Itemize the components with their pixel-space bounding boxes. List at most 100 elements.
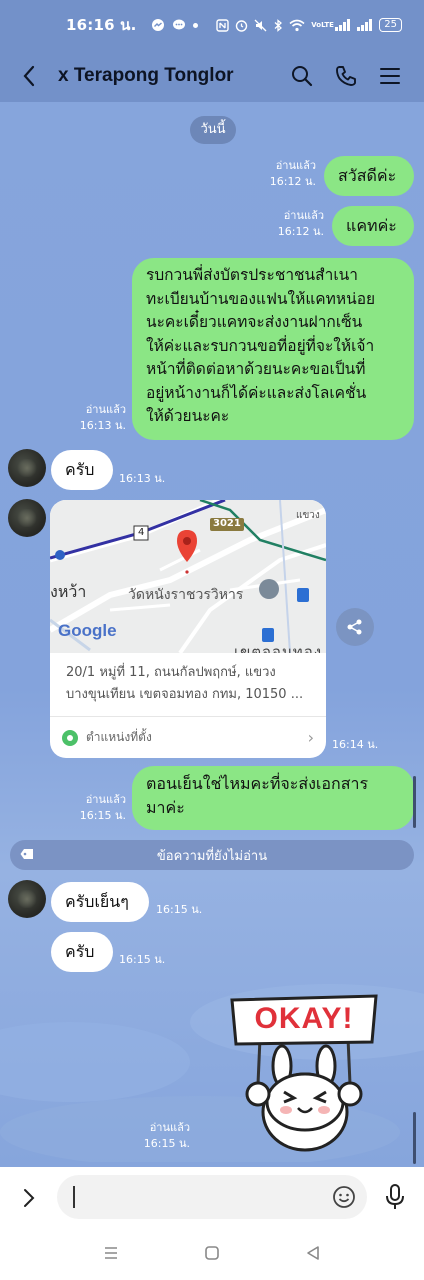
status-time: 16:16 น. <box>66 16 137 34</box>
message-time: 16:15 น. <box>79 809 126 822</box>
message-line: ตอนเย็นใช่ไหมคะที่จะส่งเอกสาร <box>146 774 369 793</box>
chevron-left-icon <box>23 65 35 87</box>
volte-label: VoLTE <box>311 21 334 29</box>
tag-icon <box>20 849 33 859</box>
call-button[interactable] <box>334 64 358 88</box>
message-meta: อ่านแล้ว 16:15 น. <box>68 792 126 824</box>
google-logo: Google <box>58 621 117 640</box>
scrollbar-thumb[interactable] <box>413 776 416 828</box>
outgoing-message[interactable]: สวัสดีค่ะ <box>324 156 414 196</box>
address-line-2: บางขุนเทียน เขตจอมทอง กทม, 10150 ... <box>66 687 304 702</box>
read-status: อ่านแล้ว <box>275 159 316 172</box>
triangle-back-icon <box>307 1245 320 1260</box>
share-icon <box>347 619 362 635</box>
unread-label: ข้อความที่ยังไม่อ่าน <box>156 848 268 864</box>
system-indicators: VoLTE 25 <box>216 18 402 32</box>
message-line: มาค่ะ <box>146 798 185 817</box>
chat-bubble-icon <box>172 19 185 30</box>
message-meta: อ่านแล้ว 16:13 น. <box>68 402 126 434</box>
incoming-message[interactable]: ครับเย็นๆ <box>51 882 149 922</box>
scrollbar-thumb[interactable] <box>413 1112 416 1164</box>
avatar[interactable] <box>8 449 46 487</box>
location-footer-label: ตำแหน่งที่ตั้ง <box>86 730 152 744</box>
read-status: อ่านแล้ว <box>149 1121 190 1134</box>
outgoing-message-long[interactable]: รบกวนพี่ส่งบัตรประชาชนสำเนา ทะเบียนบ้านข… <box>132 258 414 440</box>
address-line-1: 20/1 หมู่ที่ 11, ถนนกัลปพฤกษ์, แขวง <box>66 665 276 680</box>
chat-title: x Terapong Tonglor <box>58 65 234 86</box>
location-footer[interactable]: ตำแหน่งที่ตั้ง › <box>50 716 326 758</box>
incoming-message[interactable]: ครับ <box>51 932 113 972</box>
voice-button[interactable] <box>382 1183 408 1211</box>
outgoing-message[interactable]: ตอนเย็นใช่ไหมคะที่จะส่งเอกสาร มาค่ะ <box>132 766 414 830</box>
map-label-route: 4 <box>138 527 145 538</box>
date-divider: วันนี้ <box>190 116 236 144</box>
status-bar: 16:16 น. VoLTE 25 <box>0 0 424 50</box>
back-button[interactable] <box>0 50 58 102</box>
emoji-button[interactable] <box>332 1185 356 1209</box>
map-label-district: เขตจอมทอง <box>234 643 323 653</box>
avatar[interactable] <box>8 499 46 537</box>
message-meta: อ่านแล้ว 16:12 น. <box>268 208 324 240</box>
read-status: อ่านแล้ว <box>283 209 324 222</box>
outgoing-message[interactable]: แคทค่ะ <box>332 206 414 246</box>
battery-indicator: 25 <box>379 18 402 32</box>
location-address: 20/1 หมู่ที่ 11, ถนนกัลปพฤกษ์, แขวง บางข… <box>66 662 316 706</box>
location-card[interactable]: 3021 4 งหว้า วัดหนังราชวรวิหาร แขวง เขตจ… <box>50 500 326 758</box>
microphone-icon <box>386 1184 404 1209</box>
message-time: 16:14 น. <box>332 738 379 751</box>
notification-icons <box>151 18 198 32</box>
message-line: ทะเบียนบ้านของแฟนให้แคทหน่อย <box>146 289 376 308</box>
message-meta: อ่านแล้ว 16:15 น. <box>132 1120 190 1152</box>
read-status: อ่านแล้ว <box>85 403 126 416</box>
avatar[interactable] <box>8 880 46 918</box>
bluetooth-icon <box>274 18 283 32</box>
hamburger-menu-icon <box>380 68 400 84</box>
message-time: 16:12 น. <box>277 225 324 238</box>
sticker-text: OKAY! <box>254 1002 354 1035</box>
message-time: 16:12 น. <box>269 175 316 188</box>
message-line: รบกวนพี่ส่งบัตรประชาชนสำเนา <box>146 266 358 284</box>
unread-messages-divider: ข้อความที่ยังไม่อ่าน <box>10 840 414 870</box>
signal-icon-1 <box>335 19 351 31</box>
home-button[interactable] <box>204 1245 220 1265</box>
recents-icon <box>104 1246 117 1259</box>
message-time: 16:15 น. <box>156 903 203 916</box>
map-label-temple: วัดหนังราชวรวิหาร <box>128 587 244 603</box>
search-icon <box>292 66 313 87</box>
message-line: ให้ค่ะและรบกวนขอที่อยู่ที่จะให้เจ้า <box>146 336 375 355</box>
share-button[interactable] <box>336 608 374 646</box>
smiley-icon <box>333 1186 355 1208</box>
notification-dot <box>192 22 198 28</box>
mute-icon <box>254 19 267 31</box>
wifi-icon <box>289 19 305 31</box>
message-time: 16:13 น. <box>119 472 166 485</box>
chevron-right-icon <box>24 1189 35 1207</box>
text-cursor <box>73 1186 75 1208</box>
map-label-area: งหว้า <box>50 582 87 601</box>
search-button[interactable] <box>290 64 314 88</box>
menu-button[interactable] <box>378 64 402 88</box>
message-input[interactable] <box>57 1175 367 1219</box>
system-back-button[interactable] <box>305 1245 321 1265</box>
alarm-icon <box>236 19 248 32</box>
message-time: 16:13 น. <box>79 419 126 432</box>
chat-area[interactable]: วันนี้ อ่านแล้ว 16:12 น. สวัสดีค่ะ อ่านแ… <box>0 102 424 1167</box>
map-label-subdistrict: แขวง <box>296 510 320 521</box>
recent-apps-button[interactable] <box>103 1245 119 1265</box>
phone-icon <box>336 66 356 86</box>
message-line: ให้ด้วยนะคะ <box>146 407 230 425</box>
chevron-right-icon: › <box>307 728 314 747</box>
messenger-icon <box>151 19 164 31</box>
home-icon <box>205 1245 219 1260</box>
chat-header: x Terapong Tonglor <box>0 50 424 102</box>
expand-toolbar-button[interactable] <box>0 1167 58 1229</box>
message-line: อยู่หน้างานก็ได้ค่ะและส่งโลเคชั่น <box>146 383 367 402</box>
incoming-message[interactable]: ครับ <box>51 450 113 490</box>
signal-icon-2 <box>357 19 373 31</box>
map-preview[interactable]: 3021 4 งหว้า วัดหนังราชวรวิหาร แขวง เขตจ… <box>50 500 326 653</box>
map-label-road: 3021 <box>213 518 241 529</box>
okay-sticker[interactable]: OKAY! <box>228 994 380 1154</box>
message-line: นะคะเดี๋ยวแคทจะส่งงานฝากเซ็น <box>146 313 363 331</box>
read-status: อ่านแล้ว <box>85 793 126 806</box>
message-time: 16:15 น. <box>119 953 166 966</box>
